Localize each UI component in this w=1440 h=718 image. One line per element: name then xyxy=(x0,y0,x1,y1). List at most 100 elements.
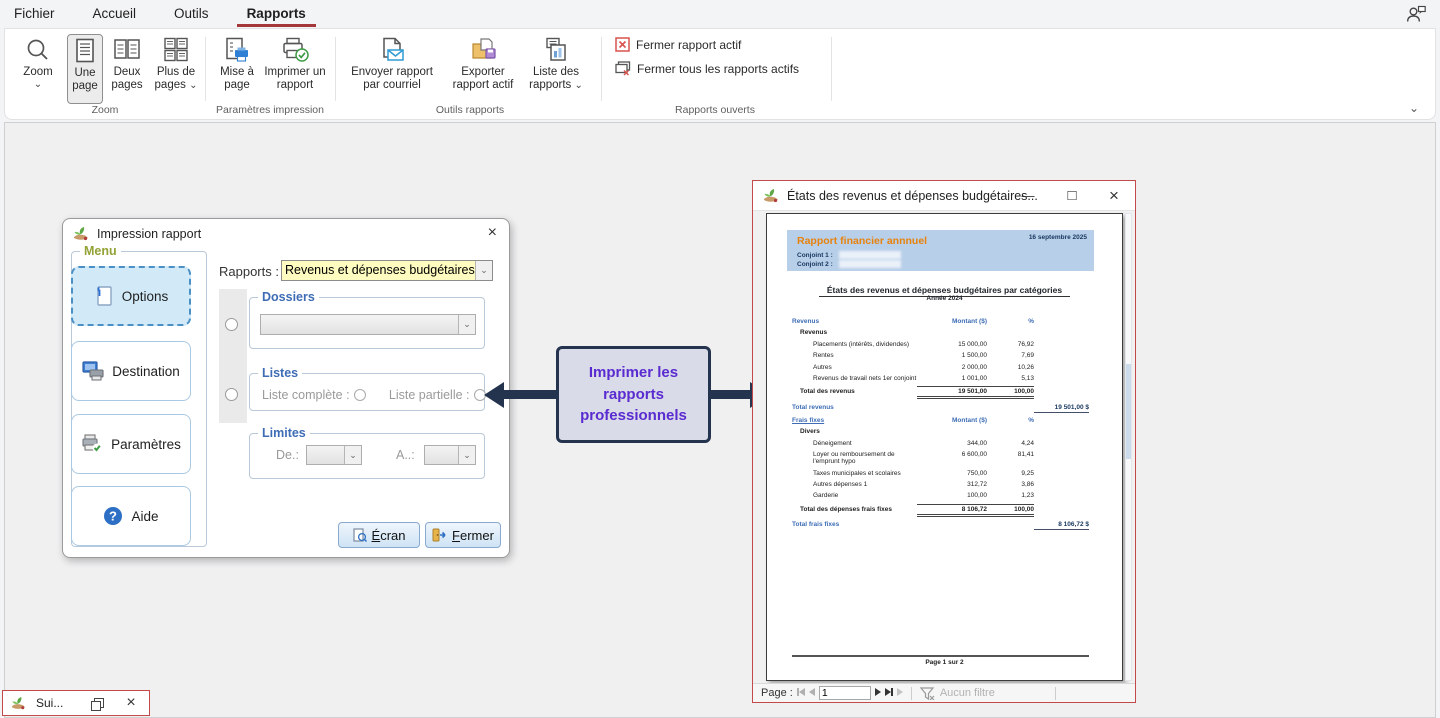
close-icon[interactable]: × xyxy=(1097,181,1131,210)
new-page-icon[interactable] xyxy=(897,687,903,699)
app-logo-icon xyxy=(763,188,779,204)
menu-item-parametres[interactable]: Paramètres xyxy=(71,414,191,474)
plus-de-pages-button[interactable]: Plus de pages ⌄ xyxy=(151,34,201,104)
tab-fichier[interactable]: Fichier xyxy=(4,1,65,27)
maximize-icon[interactable]: □ xyxy=(1055,181,1089,210)
revenus-table: Revenus Montant ($) % Revenus Placements… xyxy=(792,318,1089,417)
listes-groupbox: Listes Liste complète : Liste partielle … xyxy=(249,373,485,411)
mise-a-page-button[interactable]: Mise à page xyxy=(213,34,261,104)
tab-accueil[interactable]: Accueil xyxy=(83,1,147,27)
report-banner: Rapport financier annnuel Conjoint 1 : C… xyxy=(787,230,1094,271)
page-footer: Page 1 sur 2 xyxy=(767,659,1122,666)
filter-icon[interactable] xyxy=(920,687,936,700)
tab-rapports[interactable]: Rapports xyxy=(237,1,316,27)
report-list-icon xyxy=(543,37,569,63)
minimize-icon[interactable]: — xyxy=(1011,181,1045,210)
dossiers-radio[interactable] xyxy=(225,318,238,331)
prev-page-icon[interactable] xyxy=(809,687,815,699)
collapse-ribbon-chevron-icon[interactable]: ⌄ xyxy=(1409,101,1419,115)
group-separator xyxy=(831,37,832,101)
minimized-window-suivi[interactable]: Sui... × xyxy=(2,690,150,716)
limites-groupbox: Limites De.: ⌄ A..: ⌄ xyxy=(249,433,485,479)
chevron-down-icon[interactable]: ⌄ xyxy=(344,446,361,464)
tab-outils[interactable]: Outils xyxy=(164,1,219,27)
next-page-icon[interactable] xyxy=(875,687,881,699)
fermer-button[interactable]: Fermer xyxy=(425,522,501,548)
ribbon-tab-bar: Fichier Accueil Outils Rapports xyxy=(0,0,1440,28)
envoyer-rapport-button[interactable]: Envoyer rapport par courriel xyxy=(345,34,439,104)
fermer-tous-rapports-button[interactable]: Fermer tous les rapports actifs xyxy=(615,61,799,76)
impression-rapport-dialog: Impression rapport × Menu Options Destin… xyxy=(62,218,510,558)
close-icon[interactable]: × xyxy=(488,224,497,242)
exporter-rapport-button[interactable]: Exporter rapport actif xyxy=(445,34,521,104)
zoom-button[interactable]: Zoom ⌄ xyxy=(13,34,63,104)
de-combobox[interactable]: ⌄ xyxy=(306,445,362,465)
restore-icon[interactable] xyxy=(91,698,102,709)
total-row: Total des revenus19 501,00100,00 xyxy=(792,386,1089,399)
liste-des-rapports-button[interactable]: Liste des rapports ⌄ xyxy=(525,34,587,104)
chevron-down-icon[interactable]: ⌄ xyxy=(458,315,475,334)
magnifier-icon xyxy=(25,37,51,63)
table-row: Loyer ou remboursement de l'emprunt hypo… xyxy=(792,451,1089,465)
dialog-titlebar[interactable]: Impression rapport × xyxy=(63,219,509,249)
svg-text:?: ? xyxy=(110,509,118,524)
exit-door-icon xyxy=(432,528,447,542)
table-header-row: Frais fixes Montant ($) % xyxy=(792,417,1089,424)
grand-total-row: Total frais fixes8 106,72 $ xyxy=(792,521,1089,530)
parametres-icon xyxy=(81,434,103,454)
ecran-button[interactable]: Écran xyxy=(338,522,420,548)
liste-complete-label: Liste complète : xyxy=(262,388,350,402)
deux-pages-button[interactable]: Deux pages xyxy=(105,34,149,104)
rapports-combobox[interactable]: Revenus et dépenses budgétaires pa ⌄ xyxy=(281,260,493,281)
listes-radio[interactable] xyxy=(225,388,238,401)
table-row: Déneigement344,004,24 xyxy=(792,440,1089,447)
chevron-down-icon: ⌄ xyxy=(575,80,583,91)
single-page-icon xyxy=(73,38,97,64)
minimized-window-title: Sui... xyxy=(36,696,63,710)
options-icon xyxy=(94,285,114,307)
table-row: Revenus de travail nets 1er conjoint1 00… xyxy=(792,375,1089,382)
scrollbar-thumb[interactable] xyxy=(1126,364,1131,459)
table-row: Garderie100,001,23 xyxy=(792,492,1089,499)
account-feedback-icon[interactable] xyxy=(1406,5,1426,23)
group-separator xyxy=(335,37,336,101)
menu-legend: Menu xyxy=(80,244,121,258)
page-number-input[interactable] xyxy=(819,686,871,700)
a-combobox[interactable]: ⌄ xyxy=(424,445,476,465)
chevron-down-icon[interactable]: ⌄ xyxy=(475,261,492,280)
liste-complete-radio[interactable] xyxy=(354,389,366,401)
limites-legend: Limites xyxy=(258,426,310,440)
ribbon: Zoom ⌄ Une page Deux pages Plus de pages… xyxy=(4,28,1436,120)
preview-titlebar[interactable]: États des revenus et dépenses budgétaire… xyxy=(753,181,1135,211)
table-row: Autres2 000,0010,26 xyxy=(792,364,1089,371)
imprimer-un-rapport-button[interactable]: Imprimer un rapport xyxy=(263,34,327,104)
a-label: A..: xyxy=(396,448,415,462)
left-arrowhead xyxy=(484,382,504,408)
dossiers-combobox[interactable]: ⌄ xyxy=(260,314,476,335)
vertical-scrollbar[interactable] xyxy=(1125,213,1132,681)
filter-status-label: Aucun filtre xyxy=(940,687,995,699)
report-page: Rapport financier annnuel Conjoint 1 : C… xyxy=(766,213,1123,681)
listes-legend: Listes xyxy=(258,366,302,380)
menu-item-aide[interactable]: ? Aide xyxy=(71,486,191,546)
multi-pages-icon xyxy=(163,37,189,63)
une-page-button[interactable]: Une page xyxy=(67,34,103,104)
group-label-zoom: Zoom xyxy=(35,104,175,116)
conjoint1-label: Conjoint 1 : xyxy=(797,252,833,259)
close-icon[interactable]: × xyxy=(126,694,135,712)
menu-item-options[interactable]: Options xyxy=(71,266,191,326)
table-row: Rentes1 500,007,69 xyxy=(792,352,1089,359)
two-pages-icon xyxy=(113,37,141,63)
destination-icon xyxy=(82,361,104,381)
menu-item-destination[interactable]: Destination xyxy=(71,341,191,401)
fermer-rapport-actif-button[interactable]: Fermer rapport actif xyxy=(615,37,741,52)
redacted-name xyxy=(839,260,901,268)
chevron-down-icon[interactable]: ⌄ xyxy=(458,446,475,464)
close-report-icon xyxy=(615,37,630,52)
app-logo-icon xyxy=(11,696,26,711)
page-nav-label: Page : xyxy=(761,687,793,699)
last-page-icon[interactable] xyxy=(885,687,893,699)
statusbar-separator xyxy=(911,687,912,700)
first-page-icon[interactable] xyxy=(797,687,805,699)
preview-title: États des revenus et dépenses budgétaire… xyxy=(787,189,1038,203)
